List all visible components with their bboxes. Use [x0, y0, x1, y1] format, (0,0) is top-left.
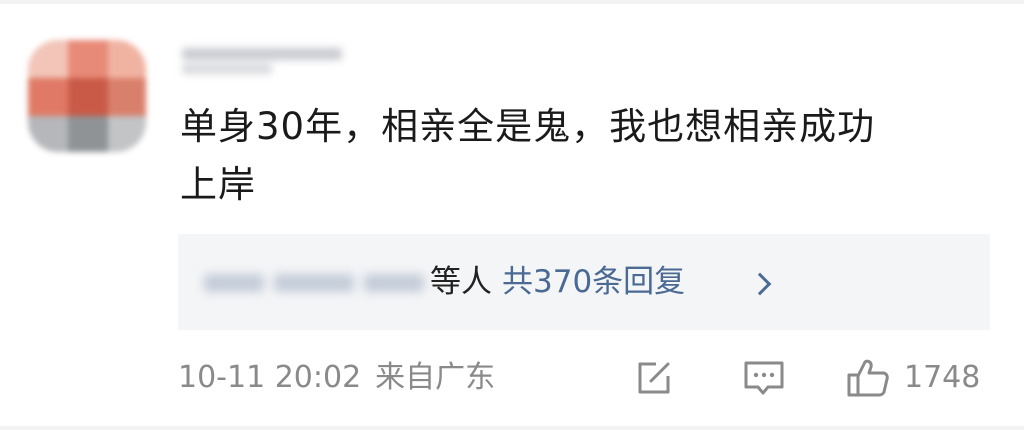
reply-preview[interactable]: 等人 共370条回复: [178, 234, 990, 330]
like-count: 1748: [904, 360, 981, 395]
comment-meta: 10-11 20:02 来自广东: [178, 356, 495, 400]
comment-text: 单身30年，相亲全是鬼，我也想相亲成功 上岸: [180, 98, 980, 214]
share-button[interactable]: [634, 356, 674, 400]
timestamp: 10-11 20:02: [178, 360, 362, 395]
comment-card: 单身30年，相亲全是鬼，我也想相亲成功 上岸 等人 共370条回复 10-11 2…: [0, 0, 1024, 430]
comment-icon: [744, 361, 784, 395]
divider: [0, 0, 1024, 4]
comment-button[interactable]: [742, 356, 786, 400]
comment-text-line-1: 单身30年，相亲全是鬼，我也想相亲成功: [180, 105, 876, 148]
thumbs-up-icon: [847, 359, 889, 397]
divider: [0, 426, 1024, 430]
reply-summary: 等人 共370条回复: [430, 260, 685, 304]
avatar[interactable]: [28, 40, 146, 152]
like-button[interactable]: 1748: [846, 356, 980, 400]
share-icon: [638, 362, 670, 394]
view-replies-link[interactable]: 共370条回复: [502, 264, 685, 300]
location: 来自广东: [375, 360, 496, 395]
reply-suffix: 等人: [430, 264, 492, 300]
chevron-right-icon[interactable]: [748, 272, 772, 296]
reply-names-blurred: [204, 268, 424, 298]
comment-text-line-2: 上岸: [180, 163, 256, 206]
username-blurred[interactable]: [182, 44, 342, 78]
